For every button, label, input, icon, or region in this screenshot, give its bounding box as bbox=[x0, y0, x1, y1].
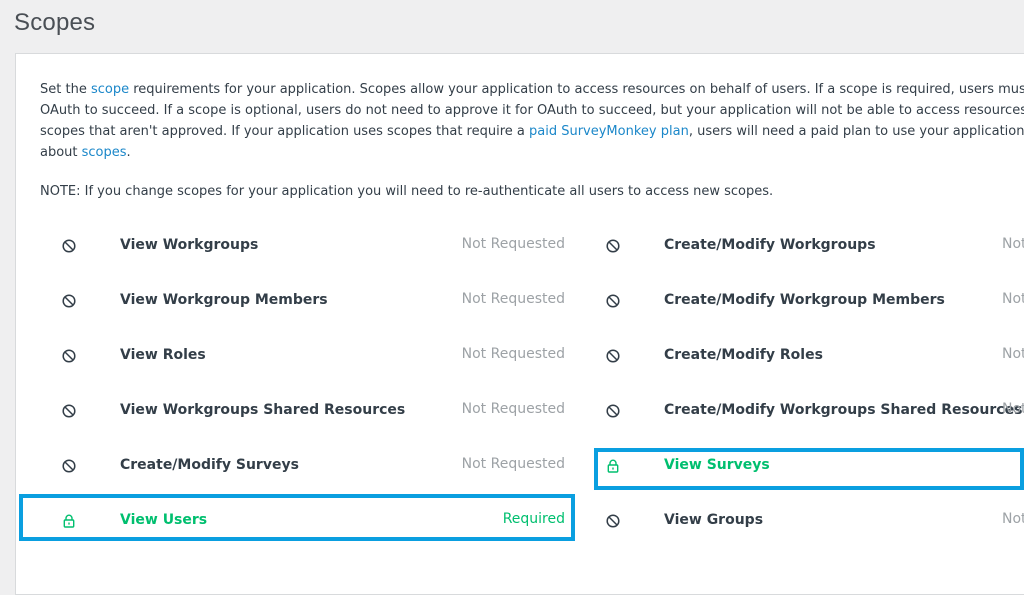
description-text: scopes that aren't approved. If your app… bbox=[40, 124, 529, 139]
description-line-4: about scopes. bbox=[40, 142, 1024, 163]
scope-row-view-roles[interactable]: View Roles Not Requested bbox=[61, 341, 565, 371]
scope-row-create-modify-surveys[interactable]: Create/Modify Surveys Not Requested bbox=[61, 451, 565, 481]
scope-name: View Workgroups Shared Resources bbox=[120, 402, 406, 418]
scopes-panel: Set the scope requirements for your appl… bbox=[15, 53, 1024, 595]
scope-row-view-users[interactable]: View Users Required bbox=[61, 506, 565, 536]
scope-name: View Workgroup Members bbox=[120, 292, 328, 308]
scope-name: View Workgroups bbox=[120, 237, 259, 253]
block-icon bbox=[605, 238, 621, 254]
description-text: about bbox=[40, 145, 82, 160]
block-icon bbox=[61, 403, 77, 419]
block-icon bbox=[61, 238, 77, 254]
block-icon bbox=[61, 293, 77, 309]
scope-status: Not Requested bbox=[461, 456, 565, 472]
scopes-link[interactable]: scopes bbox=[82, 145, 127, 160]
scope-status: Not Requested bbox=[461, 291, 565, 307]
scope-name: Create/Modify Surveys bbox=[120, 457, 299, 473]
scope-name: Create/Modify Workgroups bbox=[664, 237, 876, 253]
lock-icon bbox=[605, 458, 621, 474]
description-text: Set the bbox=[40, 82, 91, 97]
page-title: Scopes bbox=[14, 9, 96, 36]
block-icon bbox=[605, 403, 621, 419]
scope-row-view-surveys[interactable]: View Surveys bbox=[605, 451, 1024, 481]
reauth-note: NOTE: If you change scopes for your appl… bbox=[40, 184, 774, 199]
scope-status: Not bbox=[1002, 511, 1024, 527]
scope-status: Not Requested bbox=[461, 236, 565, 252]
scope-status: Not bbox=[1002, 236, 1024, 252]
scope-name: View Users bbox=[120, 512, 208, 528]
scope-name: Create/Modify Workgroups Shared Resource… bbox=[664, 402, 1023, 418]
scope-row-create-modify-workgroup-members[interactable]: Create/Modify Workgroup Members Not bbox=[605, 286, 1024, 316]
scope-row-view-workgroups[interactable]: View Workgroups Not Requested bbox=[61, 231, 565, 261]
scope-row-view-groups[interactable]: View Groups Not bbox=[605, 506, 1024, 536]
scope-status: Not Requested bbox=[461, 401, 565, 417]
description-line-3: scopes that aren't approved. If your app… bbox=[40, 121, 1024, 142]
scope-name: View Groups bbox=[664, 512, 764, 528]
description-text: . bbox=[126, 145, 131, 160]
scope-name: Create/Modify Workgroup Members bbox=[664, 292, 945, 308]
block-icon bbox=[61, 348, 77, 364]
scope-status: Not bbox=[1002, 346, 1024, 362]
scope-row-create-modify-workgroups-shared-resources[interactable]: Create/Modify Workgroups Shared Resource… bbox=[605, 396, 1024, 426]
paid-plan-link[interactable]: paid SurveyMonkey plan bbox=[529, 124, 689, 139]
scope-name: View Roles bbox=[120, 347, 206, 363]
scopes-description: Set the scope requirements for your appl… bbox=[40, 79, 1024, 163]
scope-row-view-workgroups-shared-resources[interactable]: View Workgroups Shared Resources Not Requ… bbox=[61, 396, 565, 426]
scope-status: Not bbox=[1002, 401, 1024, 417]
block-icon bbox=[605, 348, 621, 364]
scope-status: Required bbox=[502, 511, 565, 527]
scope-link[interactable]: scope bbox=[91, 82, 129, 97]
scope-name: View Surveys bbox=[664, 457, 770, 473]
description-line-1: Set the scope requirements for your appl… bbox=[40, 79, 1024, 100]
scope-row-create-modify-workgroups[interactable]: Create/Modify Workgroups Not bbox=[605, 231, 1024, 261]
description-text: , users will need a paid plan to use you… bbox=[688, 124, 1024, 139]
description-text: requirements for your application. Scope… bbox=[129, 82, 1024, 97]
block-icon bbox=[605, 513, 621, 529]
scope-row-create-modify-roles[interactable]: Create/Modify Roles Not bbox=[605, 341, 1024, 371]
block-icon bbox=[61, 458, 77, 474]
block-icon bbox=[605, 293, 621, 309]
lock-icon bbox=[61, 513, 77, 529]
description-line-2: OAuth to succeed. If a scope is optional… bbox=[40, 103, 1024, 118]
scope-status: Not Requested bbox=[461, 346, 565, 362]
scope-row-view-workgroup-members[interactable]: View Workgroup Members Not Requested bbox=[61, 286, 565, 316]
scope-status: Not bbox=[1002, 291, 1024, 307]
scope-name: Create/Modify Roles bbox=[664, 347, 823, 363]
